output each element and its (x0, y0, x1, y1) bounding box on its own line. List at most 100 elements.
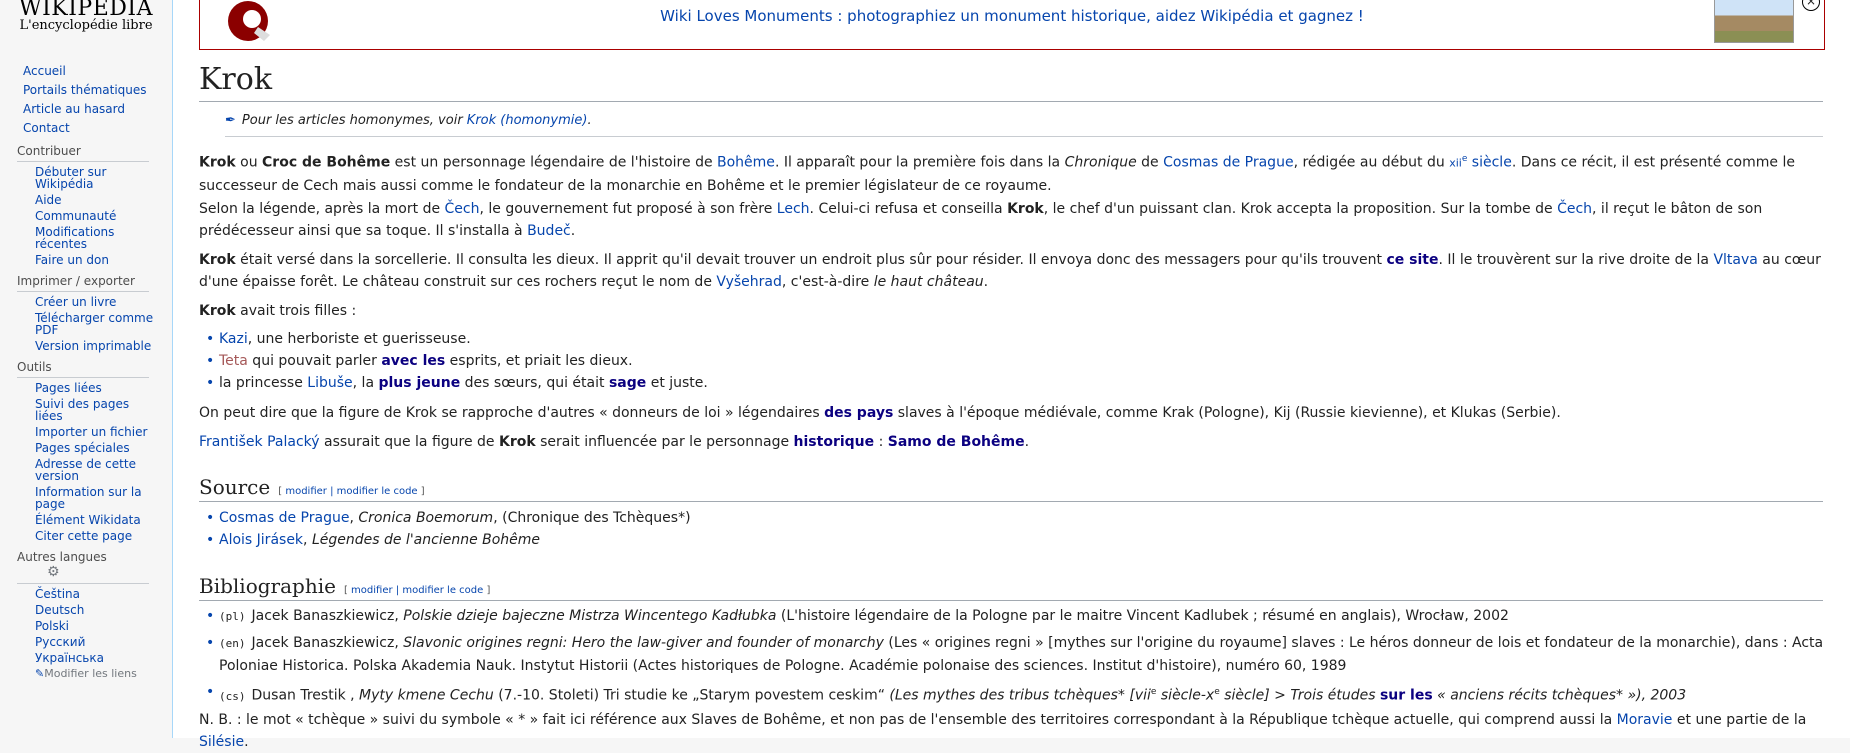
edit-source-link[interactable]: modifier le code (337, 486, 418, 497)
link-jirasek[interactable]: Alois Jirásek (219, 532, 303, 548)
section-heading-bibliographie: Bibliographie[ modifier | modifier le co… (199, 574, 1823, 601)
nav-pages-liees[interactable]: Pages liées (0, 382, 155, 394)
list-item: la princesse Libuše, la plus jeune des s… (206, 372, 1843, 394)
nav-aide[interactable]: Aide (0, 194, 155, 206)
sidebar: WIKIPÉDIA L'encyclopédie libre Accueil P… (0, 0, 172, 738)
nav-importer[interactable]: Importer un fichier (0, 426, 155, 438)
nav-imprimable[interactable]: Version imprimable (0, 340, 155, 352)
link-lech[interactable]: Lech (777, 201, 810, 217)
nav-don[interactable]: Faire un don (0, 254, 155, 266)
link-cosmas[interactable]: Cosmas de Prague (1163, 155, 1293, 171)
logo-tagline: L'encyclopédie libre (19, 18, 153, 33)
section-heading-source: Source[ modifier | modifier le code ] (199, 475, 1823, 502)
nav-hasard[interactable]: Article au hasard (0, 102, 172, 117)
gear-icon[interactable]: ⚙ (47, 564, 60, 580)
nav-debuter[interactable]: Débuter sur Wikipédia (0, 166, 155, 190)
main-nav-list: Accueil Portails thématiques Article au … (0, 64, 172, 136)
wikipedia-logo[interactable]: WIKIPÉDIA L'encyclopédie libre (0, 0, 172, 50)
link-ce-site[interactable]: ce site (1386, 252, 1438, 268)
lang-pl[interactable]: Polski (0, 620, 155, 632)
nav-portails[interactable]: Portails thématiques (0, 83, 172, 98)
link-kazi[interactable]: Kazi (219, 331, 248, 347)
link-samo[interactable]: Samo de Bohême (888, 434, 1025, 450)
link-moravie[interactable]: Moravie (1617, 712, 1673, 728)
portal-imprimer: Imprimer / exporter Créer un livre Téléc… (0, 274, 172, 352)
nav-suivi[interactable]: Suivi des pages liées (0, 398, 155, 422)
paragraph-1: Krok ou Croc de Bohême est un personnage… (199, 154, 1795, 194)
nav-creer-livre[interactable]: Créer un livre (0, 296, 155, 308)
disambiguation-icon: ✒ (225, 113, 236, 128)
nav-accueil[interactable]: Accueil (0, 64, 172, 79)
link-sage[interactable]: sage (609, 375, 646, 391)
nav-communaute[interactable]: Communauté (0, 210, 155, 222)
link-teta[interactable]: Teta (219, 353, 248, 369)
link-libuse[interactable]: Libuše (307, 375, 352, 391)
banner-text[interactable]: Wiki Loves Monuments : photographiez un … (200, 7, 1824, 25)
lang-cs[interactable]: Čeština (0, 588, 155, 600)
link-siecle-num[interactable]: xii (1449, 157, 1462, 170)
edit-link[interactable]: modifier (285, 486, 327, 497)
link-silesie[interactable]: Silésie (199, 734, 244, 750)
list-item: Alois Jirásek, Légendes de l'ancienne Bo… (206, 529, 1843, 551)
portal-title: Contribuer (17, 144, 149, 162)
section-edit-links: [ modifier | modifier le code ] (343, 585, 491, 596)
pencil-icon: ✎ (35, 667, 45, 680)
nav-citer[interactable]: Citer cette page (0, 530, 155, 542)
nav-contact[interactable]: Contact (0, 121, 172, 136)
site-notice-banner: Wiki Loves Monuments : photographiez un … (199, 0, 1825, 50)
link-des-pays[interactable]: des pays (824, 405, 893, 421)
paragraph-5: On peut dire que la figure de Krok se ra… (199, 405, 1561, 421)
nav-pdf[interactable]: Télécharger comme PDF (0, 312, 155, 336)
link-vltava[interactable]: Vltava (1713, 252, 1757, 268)
list-item: Kazi, une herboriste et guerisseuse. (206, 328, 1843, 350)
list-item: (pl)Jacek Banaszkiewicz, Polskie dzieje … (206, 605, 1843, 628)
paragraph-3: Krok était versé dans la sorcellerie. Il… (199, 252, 1821, 290)
lang-de[interactable]: Deutsch (0, 604, 155, 616)
link-vysehrad[interactable]: Vyšehrad (716, 274, 782, 290)
portal-title: Autres langues⚙ (17, 550, 149, 584)
edit-source-link[interactable]: modifier le code (402, 585, 483, 596)
link-palacky[interactable]: František Palacký (199, 434, 320, 450)
list-item: (en)Jacek Banaszkiewicz, Slavonic origin… (206, 632, 1843, 677)
lang-uk[interactable]: Українська (0, 652, 155, 664)
portal-title: Outils (17, 360, 149, 378)
portal-langues: Autres langues⚙ Čeština Deutsch Polski Р… (0, 550, 172, 680)
edit-link[interactable]: modifier (351, 585, 393, 596)
nav-adresse[interactable]: Adresse de cette version (0, 458, 155, 482)
link-cosmas-source[interactable]: Cosmas de Prague (219, 510, 349, 526)
bibliography-list: (pl)Jacek Banaszkiewicz, Polskie dzieje … (199, 605, 1843, 708)
link-sur-les[interactable]: sur les (1380, 688, 1433, 704)
homonymy-link[interactable]: Krok (homonymie) (467, 113, 588, 128)
section-edit-links: [ modifier | modifier le code ] (278, 486, 425, 497)
link-siecle[interactable]: siècle (1467, 155, 1512, 171)
list-item: Cosmas de Prague, Cronica Boemorum, (Chr… (206, 507, 1843, 529)
portal-title: Imprimer / exporter (17, 274, 149, 292)
navigation: Accueil Portails thématiques Article au … (0, 64, 172, 684)
page-title: Krok (199, 62, 1823, 102)
castle-image (1714, 0, 1794, 43)
paragraph-6: František Palacký assurait que la figure… (199, 434, 1030, 450)
nav-information[interactable]: Information sur la page (0, 486, 155, 510)
link-boheme[interactable]: Bohême (717, 155, 775, 171)
link-avec-les[interactable]: avec les (381, 353, 445, 369)
homonymy-note: ✒ Pour les articles homonymes, voir Krok … (225, 113, 1823, 137)
link-cech[interactable]: Čech (445, 201, 480, 217)
link-budec[interactable]: Budeč (527, 223, 571, 239)
portal-contribuer: Contribuer Débuter sur Wikipédia Aide Co… (0, 144, 172, 266)
paragraph-4: Krok avait trois filles : (199, 303, 357, 319)
daughters-list: Kazi, une herboriste et guerisseuse. Tet… (199, 328, 1843, 394)
nav-modifications[interactable]: Modifications récentes (0, 226, 155, 250)
note-paragraph: N. B. : le mot « tchèque » suivi du symb… (199, 712, 1807, 750)
modifier-liens[interactable]: ✎Modifier les liens (0, 668, 155, 680)
portal-outils: Outils Pages liées Suivi des pages liées… (0, 360, 172, 542)
lang-ru[interactable]: Русский (0, 636, 155, 648)
content: Wiki Loves Monuments : photographiez un … (172, 0, 1850, 750)
list-item: (cs)Dusan Trestik , Myty kmene Cechu (7.… (206, 681, 1843, 708)
link-plus-jeune[interactable]: plus jeune (378, 375, 460, 391)
link-historique[interactable]: historique (794, 434, 875, 450)
nav-wikidata[interactable]: Élément Wikidata (0, 514, 155, 526)
link-cech-2[interactable]: Čech (1557, 201, 1592, 217)
list-item: Teta qui pouvait parler avec les esprits… (206, 350, 1843, 372)
nav-speciales[interactable]: Pages spéciales (0, 442, 155, 454)
paragraph-2: Selon la légende, après la mort de Čech,… (199, 201, 1763, 239)
